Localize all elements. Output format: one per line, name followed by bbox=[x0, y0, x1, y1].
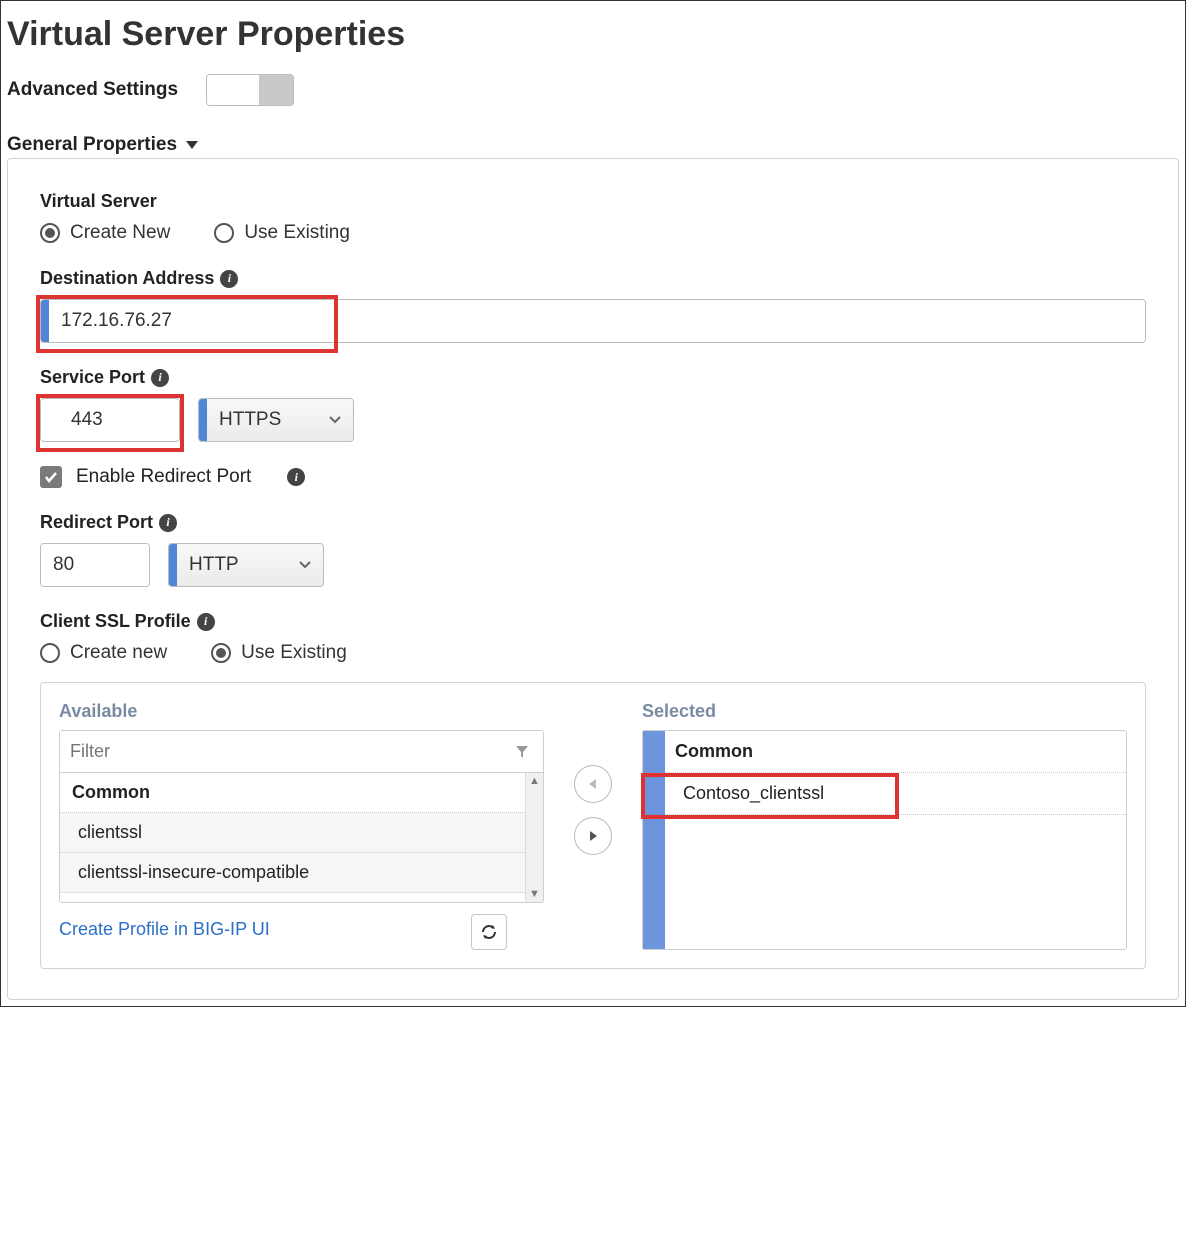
vs-use-existing-label: Use Existing bbox=[244, 222, 350, 244]
client-ssl-label: Client SSL Profile i bbox=[40, 611, 1146, 632]
info-icon[interactable]: i bbox=[151, 369, 169, 387]
radio-checked-icon bbox=[211, 643, 231, 663]
ssl-create-new-radio[interactable]: Create new bbox=[40, 642, 167, 664]
ssl-move-controls bbox=[574, 765, 612, 855]
vs-create-new-label: Create New bbox=[70, 222, 170, 244]
ssl-selected-col: Selected Common Contoso_clientssl bbox=[642, 701, 1127, 950]
ssl-available-col: Available Common clientssl clientssl-ins… bbox=[59, 701, 544, 940]
ssl-selected-label: Selected bbox=[642, 701, 1127, 722]
page-title: Virtual Server Properties bbox=[7, 15, 1179, 54]
radio-checked-icon bbox=[40, 223, 60, 243]
list-item[interactable]: clientssl-insecure-compatible bbox=[60, 853, 543, 893]
general-properties-header[interactable]: General Properties bbox=[7, 134, 1179, 156]
svc-port-label: Service Port i bbox=[40, 367, 1146, 388]
ssl-picker: Available Common clientssl clientssl-ins… bbox=[40, 682, 1146, 969]
move-right-button[interactable] bbox=[574, 817, 612, 855]
virtual-server-label: Virtual Server bbox=[40, 191, 1146, 212]
advanced-settings-toggle[interactable] bbox=[206, 74, 294, 106]
list-group: Common bbox=[643, 731, 1126, 773]
refresh-button[interactable] bbox=[471, 914, 507, 950]
enable-redirect-checkbox[interactable] bbox=[40, 466, 62, 488]
info-icon[interactable]: i bbox=[287, 468, 305, 486]
info-icon[interactable]: i bbox=[159, 514, 177, 532]
svc-port-protocol-select[interactable]: HTTPS bbox=[198, 398, 354, 442]
redirect-port-protocol-select[interactable]: HTTP bbox=[168, 543, 324, 587]
enable-redirect-label: Enable Redirect Port bbox=[76, 466, 251, 488]
scroll-up-icon[interactable]: ▲ bbox=[526, 773, 543, 789]
list-group: Common bbox=[60, 773, 543, 813]
dest-addr-field bbox=[40, 299, 1146, 343]
dest-addr-label: Destination Address i bbox=[40, 268, 1146, 289]
redirect-port-label: Redirect Port i bbox=[40, 512, 1146, 533]
ssl-available-list[interactable]: Common clientssl clientssl-insecure-comp… bbox=[59, 773, 544, 903]
move-left-button[interactable] bbox=[574, 765, 612, 803]
radio-unchecked-icon bbox=[214, 223, 234, 243]
info-icon[interactable]: i bbox=[220, 270, 238, 288]
ssl-use-existing-label: Use Existing bbox=[241, 642, 347, 664]
create-profile-link[interactable]: Create Profile in BIG-IP UI bbox=[59, 919, 270, 940]
ssl-use-existing-radio[interactable]: Use Existing bbox=[211, 642, 347, 664]
ssl-create-new-label: Create new bbox=[70, 642, 167, 664]
svc-port-input[interactable] bbox=[41, 399, 180, 441]
chevron-down-icon bbox=[299, 561, 311, 569]
chevron-down-icon bbox=[329, 416, 341, 424]
info-icon[interactable]: i bbox=[197, 613, 215, 631]
general-properties-panel: Virtual Server Create New Use Existing D… bbox=[7, 158, 1179, 1000]
scrollbar[interactable]: ▲ ▼ bbox=[525, 773, 543, 902]
radio-unchecked-icon bbox=[40, 643, 60, 663]
redirect-port-input[interactable] bbox=[41, 544, 150, 586]
vs-use-existing-radio[interactable]: Use Existing bbox=[214, 222, 350, 244]
list-item[interactable]: Contoso_clientssl bbox=[643, 773, 1126, 815]
advanced-settings-label: Advanced Settings bbox=[7, 79, 178, 101]
scroll-down-icon[interactable]: ▼ bbox=[526, 886, 543, 902]
ssl-filter-input[interactable] bbox=[60, 731, 515, 772]
svc-port-field bbox=[40, 398, 180, 442]
svc-port-protocol-value: HTTPS bbox=[219, 409, 281, 431]
dest-addr-input[interactable] bbox=[49, 300, 1145, 342]
ssl-available-label: Available bbox=[59, 701, 544, 722]
redirect-port-protocol-value: HTTP bbox=[189, 554, 239, 576]
list-item[interactable]: clientssl bbox=[60, 813, 543, 853]
redirect-port-field bbox=[40, 543, 150, 587]
section-header-label: General Properties bbox=[7, 134, 177, 156]
vs-create-new-radio[interactable]: Create New bbox=[40, 222, 170, 244]
ssl-selected-list[interactable]: Common Contoso_clientssl bbox=[642, 730, 1127, 950]
caret-down-icon bbox=[185, 140, 199, 150]
filter-icon[interactable] bbox=[515, 745, 543, 759]
